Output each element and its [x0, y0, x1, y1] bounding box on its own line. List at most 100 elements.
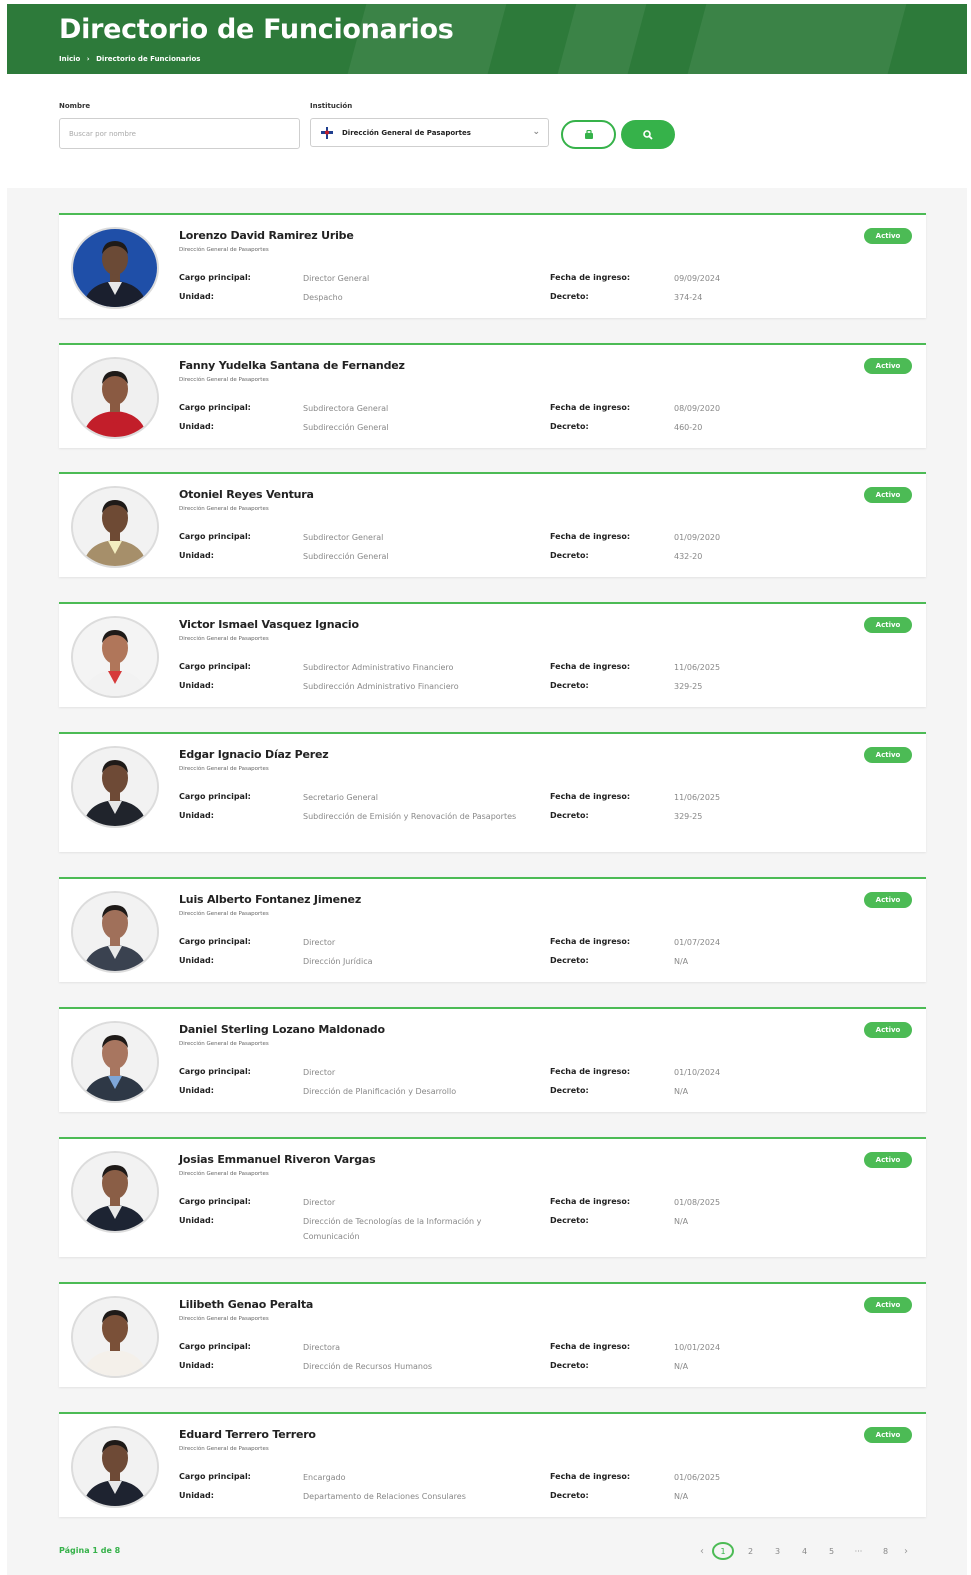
decreto-label: Decreto: — [550, 956, 589, 965]
official-card[interactable]: Eduard Terrero Terrero Dirección General … — [59, 1412, 926, 1517]
fecha-label: Fecha de ingreso: — [550, 662, 631, 671]
official-card[interactable]: Victor Ismael Vasquez Ignacio Dirección G… — [59, 602, 926, 707]
pagination-page-5[interactable]: 5 — [818, 1547, 845, 1556]
decreto-label: Decreto: — [550, 1361, 589, 1370]
cargo-label: Cargo principal: — [179, 1197, 251, 1206]
unidad-label: Unidad: — [179, 422, 214, 431]
cargo-value: Director General — [303, 274, 370, 283]
cargo-label: Cargo principal: — [179, 662, 251, 671]
avatar — [71, 227, 159, 309]
avatar — [71, 1296, 159, 1378]
decreto-label: Decreto: — [550, 811, 589, 820]
unidad-value: Dirección de Tecnologías de la Informaci… — [303, 1217, 482, 1241]
unidad-value: Departamento de Relaciones Consulares — [303, 1492, 466, 1501]
decreto-label: Decreto: — [550, 1491, 589, 1500]
pagination-page-8[interactable]: 8 — [872, 1547, 899, 1556]
cargo-label: Cargo principal: — [179, 1067, 251, 1076]
avatar — [71, 746, 159, 828]
breadcrumb: Inicio › Directorio de Funcionarios — [59, 55, 204, 63]
unidad-value: Despacho — [303, 293, 343, 302]
status-badge: Activo — [864, 358, 912, 374]
cargo-label: Cargo principal: — [179, 403, 251, 412]
official-name[interactable]: Edgar Ignacio Díaz Perez — [179, 748, 329, 761]
official-card[interactable]: Luis Alberto Fontanez Jimenez Dirección G… — [59, 877, 926, 982]
unidad-value: Subdirección de Emisión y Renovación de … — [303, 812, 517, 821]
decreto-value: 329-25 — [674, 682, 703, 691]
cargo-label: Cargo principal: — [179, 273, 251, 282]
official-name[interactable]: Fanny Yudelka Santana de Fernandez — [179, 359, 405, 372]
official-name[interactable]: Luis Alberto Fontanez Jimenez — [179, 893, 361, 906]
fecha-label: Fecha de ingreso: — [550, 273, 631, 282]
official-card[interactable]: Daniel Sterling Lozano Maldonado Direcció… — [59, 1007, 926, 1112]
official-name[interactable]: Josias Emmanuel Riveron Vargas — [179, 1153, 376, 1166]
decreto-value: N/A — [674, 1087, 689, 1096]
unidad-label: Unidad: — [179, 956, 214, 965]
cargo-value: Subdirector General — [303, 533, 384, 542]
pagination-prev-button[interactable]: ‹ — [695, 1546, 709, 1557]
official-name[interactable]: Victor Ismael Vasquez Ignacio — [179, 618, 359, 631]
institution-crest-icon — [321, 126, 333, 139]
unidad-label: Unidad: — [179, 811, 214, 820]
unidad-label: Unidad: — [179, 1086, 214, 1095]
fecha-value: 01/10/2024 — [674, 1068, 721, 1077]
cargo-value: Encargado — [303, 1473, 346, 1482]
pagination-page-4[interactable]: 4 — [791, 1547, 818, 1556]
cargo-value: Director — [303, 938, 336, 947]
pagination-page-3[interactable]: 3 — [764, 1547, 791, 1556]
official-name[interactable]: Daniel Sterling Lozano Maldonado — [179, 1023, 385, 1036]
official-card[interactable]: Otoniel Reyes Ventura Dirección General d… — [59, 472, 926, 577]
name-search-input[interactable]: Buscar por nombre — [59, 118, 300, 149]
fecha-value: 01/09/2020 — [674, 533, 721, 542]
unidad-label: Unidad: — [179, 551, 214, 560]
unidad-label: Unidad: — [179, 1361, 214, 1370]
name-filter-label: Nombre — [59, 102, 91, 110]
fecha-value: 11/06/2025 — [674, 663, 721, 672]
cargo-label: Cargo principal: — [179, 792, 251, 801]
fecha-label: Fecha de ingreso: — [550, 1342, 631, 1351]
official-institution: Dirección General de Pasaportes — [179, 506, 269, 512]
official-card[interactable]: Edgar Ignacio Díaz Perez Dirección Genera… — [59, 732, 926, 852]
official-name[interactable]: Otoniel Reyes Ventura — [179, 488, 314, 501]
decreto-value: 460-20 — [674, 423, 703, 432]
fecha-label: Fecha de ingreso: — [550, 1067, 631, 1076]
official-card[interactable]: Lorenzo David Ramirez Uribe Dirección Gen… — [59, 213, 926, 318]
official-card[interactable]: Fanny Yudelka Santana de Fernandez Direcc… — [59, 343, 926, 448]
fecha-value: 01/07/2024 — [674, 938, 721, 947]
decreto-label: Decreto: — [550, 422, 589, 431]
decreto-value: N/A — [674, 1217, 689, 1226]
page: Directorio de Funcionarios Inicio › Dire… — [0, 0, 971, 1575]
official-name[interactable]: Lilibeth Genao Peralta — [179, 1298, 313, 1311]
pagination-page-2[interactable]: 2 — [737, 1547, 764, 1556]
official-institution: Dirección General de Pasaportes — [179, 1316, 269, 1322]
pagination-next-button[interactable]: › — [899, 1546, 913, 1557]
decreto-label: Decreto: — [550, 1216, 589, 1225]
search-button[interactable] — [621, 120, 675, 149]
breadcrumb-home-link[interactable]: Inicio — [59, 55, 80, 63]
pagination-page-1[interactable]: 1 — [712, 1542, 734, 1560]
cargo-label: Cargo principal: — [179, 937, 251, 946]
official-name[interactable]: Eduard Terrero Terrero — [179, 1428, 316, 1441]
status-badge: Activo — [864, 1427, 912, 1443]
fecha-value: 01/08/2025 — [674, 1198, 721, 1207]
status-badge: Activo — [864, 1297, 912, 1313]
clear-filters-button[interactable] — [561, 120, 616, 149]
official-institution: Dirección General de Pasaportes — [179, 1171, 269, 1177]
chevron-down-icon: ⌄ — [532, 127, 540, 137]
institution-select[interactable]: Dirección General de Pasaportes ⌄ — [310, 118, 549, 147]
official-institution: Dirección General de Pasaportes — [179, 1041, 269, 1047]
decreto-value: 432-20 — [674, 552, 703, 561]
official-institution: Dirección General de Pasaportes — [179, 247, 269, 253]
status-badge: Activo — [864, 1022, 912, 1038]
official-card[interactable]: Lilibeth Genao Peralta Dirección General … — [59, 1282, 926, 1387]
name-search-placeholder: Buscar por nombre — [69, 129, 136, 138]
avatar — [71, 891, 159, 973]
cargo-label: Cargo principal: — [179, 532, 251, 541]
decreto-label: Decreto: — [550, 551, 589, 560]
status-badge: Activo — [864, 1152, 912, 1168]
official-name[interactable]: Lorenzo David Ramirez Uribe — [179, 229, 354, 242]
cargo-label: Cargo principal: — [179, 1472, 251, 1481]
eraser-icon — [584, 130, 593, 139]
official-card[interactable]: Josias Emmanuel Riveron Vargas Dirección … — [59, 1137, 926, 1257]
official-institution: Dirección General de Pasaportes — [179, 911, 269, 917]
avatar — [71, 1021, 159, 1103]
